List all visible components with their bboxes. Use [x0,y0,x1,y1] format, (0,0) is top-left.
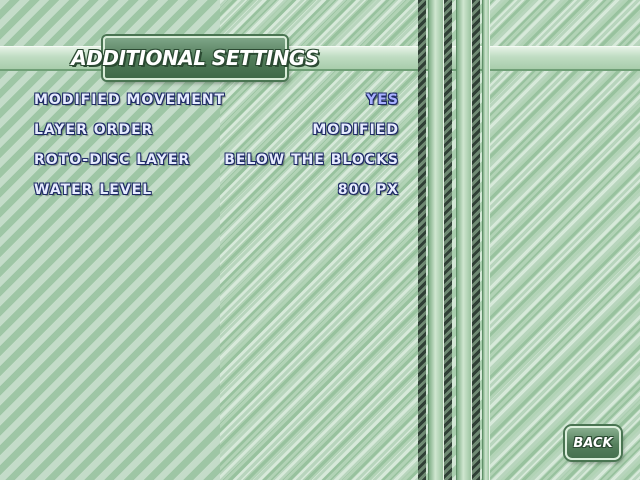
page-title: ADDITIONAL SETTINGS [71,46,319,70]
vertical-rail-dark [472,0,480,480]
setting-value[interactable]: BELOW THE BLOCKS [224,150,399,170]
vertical-rail-dark [418,0,426,480]
background-texture-band-right [488,0,640,480]
setting-label: LAYER ORDER [34,122,154,138]
setting-value[interactable]: MODIFIED [312,120,399,140]
title-plate: ADDITIONAL SETTINGS [71,36,319,80]
setting-label: ROTO-DISC LAYER [34,152,191,168]
setting-value[interactable]: 800 PX [338,180,399,200]
back-button[interactable]: BACK [565,426,621,460]
setting-label: WATER LEVEL [34,182,153,198]
setting-row-roto-disc-layer[interactable]: ROTO-DISC LAYER BELOW THE BLOCKS [34,150,399,180]
setting-value[interactable]: YES [366,90,399,110]
setting-label: MODIFIED MOVEMENT [34,92,226,108]
vertical-rail [482,0,490,480]
settings-list: MODIFIED MOVEMENT YES LAYER ORDER MODIFI… [34,90,399,210]
vertical-rail [456,0,472,480]
back-button-label: BACK [573,435,613,451]
vertical-rail-dark [444,0,452,480]
setting-row-modified-movement[interactable]: MODIFIED MOVEMENT YES [34,90,399,120]
vertical-rail [428,0,444,480]
setting-row-layer-order[interactable]: LAYER ORDER MODIFIED [34,120,399,150]
setting-row-water-level[interactable]: WATER LEVEL 800 PX [34,180,399,210]
